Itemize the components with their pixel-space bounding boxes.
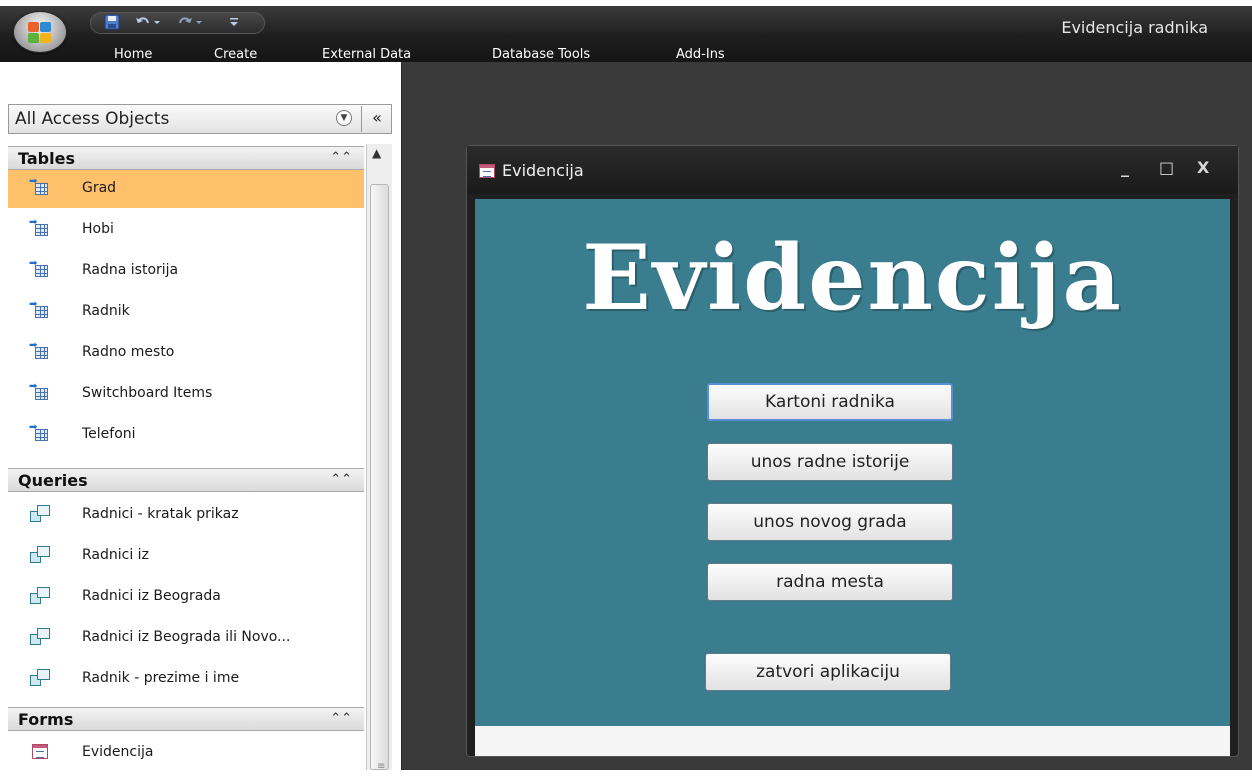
grip-icon: ≡ <box>377 761 386 772</box>
nav-item-radnik-prezime-i-ime[interactable]: Radnik - prezime i ime <box>8 660 364 698</box>
query-icon <box>30 628 52 646</box>
nav-item-hobi[interactable]: ➡ Hobi <box>8 211 364 249</box>
collapse-group-icon[interactable]: ⌃⌃ <box>330 472 352 487</box>
form-window-caption[interactable]: Evidencija _ □ X <box>467 146 1238 194</box>
table-icon: ➡ <box>29 381 48 401</box>
quick-access-toolbar <box>90 12 265 34</box>
query-icon <box>30 546 52 564</box>
nav-pane-title: All Access Objects <box>15 109 170 129</box>
nav-item-radnici-iz[interactable]: Radnici iz <box>8 537 364 575</box>
office-logo-icon <box>28 22 52 44</box>
query-icon <box>30 669 52 687</box>
item-label: Radno mesto <box>82 344 175 360</box>
table-icon: ➡ <box>29 176 48 196</box>
group-label: Tables <box>18 149 75 168</box>
close-icon[interactable]: X <box>1197 158 1209 177</box>
item-label: Switchboard Items <box>82 385 213 401</box>
collapse-group-icon[interactable]: ⌃⌃ <box>330 711 352 726</box>
nav-scrollbar[interactable]: ▲ ≡ <box>366 144 392 772</box>
form-heading: Evidencija <box>582 225 1123 331</box>
table-icon: ➡ <box>29 340 48 360</box>
radna-mesta-button[interactable]: radna mesta <box>707 563 953 601</box>
table-icon: ➡ <box>29 299 48 319</box>
item-label: Telefoni <box>82 426 136 442</box>
form-window-title: Evidencija <box>502 161 584 180</box>
form-footer <box>475 726 1230 756</box>
table-icon: ➡ <box>29 258 48 278</box>
undo-icon[interactable] <box>134 14 162 32</box>
item-label: Radnici iz Beograda <box>82 588 221 604</box>
nav-item-radno-mesto[interactable]: ➡ Radno mesto <box>8 334 364 372</box>
nav-item-grad[interactable]: ➡ Grad <box>8 170 364 208</box>
app-title: Evidencija radnika <box>1061 18 1208 37</box>
item-label: Hobi <box>82 221 114 237</box>
workspace: Evidencija _ □ X Evidencija Kartoni radn… <box>402 62 1252 770</box>
collapse-pane-icon[interactable]: « <box>361 106 392 132</box>
group-header-forms[interactable]: Forms ⌃⌃ <box>8 707 364 731</box>
form-body: Evidencija Kartoni radnika unos radne is… <box>475 199 1230 726</box>
customize-qat-icon[interactable] <box>228 14 240 32</box>
nav-object-list: Tables ⌃⌃ ➡ Grad ➡ Hobi ➡ Radna istorija… <box>8 144 364 780</box>
collapse-group-icon[interactable]: ⌃⌃ <box>330 150 352 165</box>
item-label: Radna istorija <box>82 262 179 278</box>
form-icon <box>479 164 495 178</box>
nav-item-telefoni[interactable]: ➡ Telefoni <box>8 416 364 454</box>
query-icon <box>30 587 52 605</box>
nav-item-switchboard-items[interactable]: ➡ Switchboard Items <box>8 375 364 413</box>
redo-icon[interactable] <box>176 14 204 32</box>
nav-item-radna-istorija[interactable]: ➡ Radna istorija <box>8 252 364 290</box>
form-window: Evidencija _ □ X Evidencija Kartoni radn… <box>466 145 1239 757</box>
nav-item-radnici-iz-beograda-ili-novo[interactable]: Radnici iz Beograda ili Novo... <box>8 619 364 657</box>
zatvori-aplikaciju-button[interactable]: zatvori aplikaciju <box>705 653 951 691</box>
nav-pane-header[interactable]: All Access Objects ▼ « <box>8 104 392 134</box>
nav-item-radnici-kratak-prikaz[interactable]: Radnici - kratak prikaz <box>8 496 364 534</box>
item-label: Radnici iz Beograda ili Novo... <box>82 629 291 645</box>
item-label: Radnik <box>82 303 130 319</box>
group-header-tables[interactable]: Tables ⌃⌃ <box>8 146 364 170</box>
unos-novog-grada-button[interactable]: unos novog grada <box>707 503 953 541</box>
save-icon[interactable] <box>104 14 120 32</box>
group-header-queries[interactable]: Queries ⌃⌃ <box>8 468 364 492</box>
item-label: Radnici - kratak prikaz <box>82 506 239 522</box>
table-icon: ➡ <box>29 217 48 237</box>
group-label: Forms <box>18 710 74 729</box>
scrollbar-thumb[interactable]: ≡ <box>370 184 389 772</box>
item-label: Evidencija <box>82 744 154 760</box>
table-icon: ➡ <box>29 422 48 442</box>
nav-item-radnik[interactable]: ➡ Radnik <box>8 293 364 331</box>
minimize-icon[interactable]: _ <box>1121 158 1129 177</box>
query-icon <box>30 505 52 523</box>
scroll-up-icon[interactable]: ▲ <box>372 146 381 160</box>
unos-radne-istorije-button[interactable]: unos radne istorije <box>707 443 953 481</box>
title-bar: Evidencija radnika Home Create External … <box>0 0 1252 62</box>
item-label: Grad <box>82 180 117 196</box>
chevron-down-icon[interactable]: ▼ <box>336 110 352 126</box>
nav-item-evidencija[interactable]: Evidencija <box>8 734 364 772</box>
maximize-icon[interactable]: □ <box>1159 158 1174 177</box>
item-label: Radnici iz <box>82 547 149 563</box>
item-label: Radnik - prezime i ime <box>82 670 240 686</box>
group-label: Queries <box>18 471 88 490</box>
form-icon <box>32 744 48 759</box>
nav-item-radnici-iz-beograda[interactable]: Radnici iz Beograda <box>8 578 364 616</box>
kartoni-radnika-button[interactable]: Kartoni radnika <box>707 383 953 421</box>
